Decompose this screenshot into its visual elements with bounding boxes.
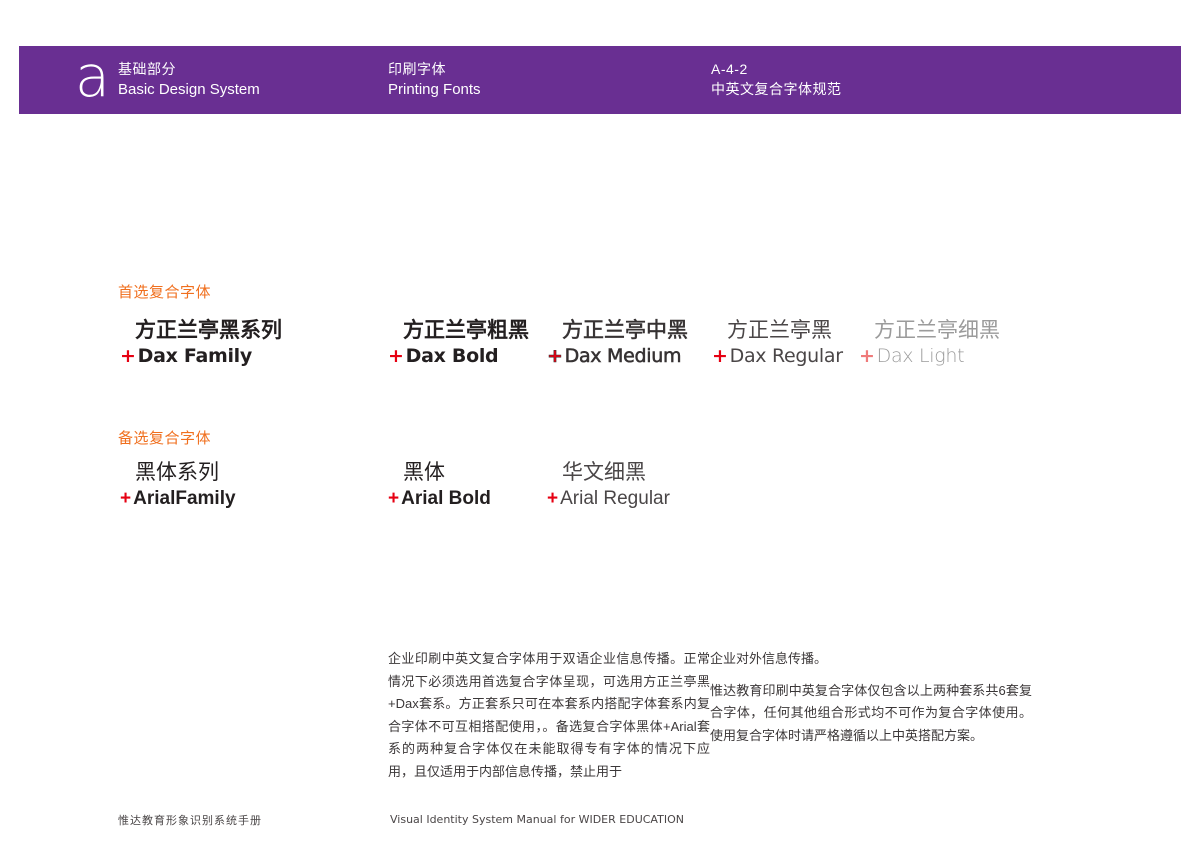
font-specimen-zh: 黑体 bbox=[388, 459, 491, 486]
header-section-title: 基础部分 Basic Design System bbox=[118, 59, 260, 100]
plus-icon: + bbox=[120, 488, 133, 509]
font-specimen-dax-bold: 方正兰亭粗黑 +Dax Bold bbox=[388, 317, 529, 369]
primary-fonts-heading: 首选复合字体 bbox=[118, 281, 211, 302]
font-specimen-zh: 方正兰亭粗黑 bbox=[388, 317, 529, 344]
font-specimen-zh: 方正兰亭黑 bbox=[712, 317, 843, 344]
font-specimen-zh: 方正兰亭中黑 bbox=[547, 317, 688, 344]
footer-manual-title-zh: 惟达教育形象识别系统手册 bbox=[118, 812, 262, 828]
font-specimen-zh: 华文细黑 bbox=[547, 459, 670, 486]
usage-paragraph-right: 企业对外信息传播。 惟达教育印刷中英复合字体仅包含以上两种套系共6套复合字体，任… bbox=[710, 648, 1032, 747]
font-specimen-arial-family: 黑体系列 +ArialFamily bbox=[120, 459, 236, 511]
header-chapter-title-en: Printing Fonts bbox=[388, 79, 481, 100]
font-specimen-en: +Arial Bold bbox=[388, 486, 491, 511]
font-specimen-en: +Dax Light bbox=[859, 344, 1000, 369]
font-specimen-en: +Dax Bold bbox=[388, 344, 529, 369]
font-specimen-en: +Arial Regular bbox=[547, 486, 670, 511]
plus-icon: + bbox=[388, 488, 401, 509]
font-specimen-zh: 黑体系列 bbox=[120, 459, 236, 486]
header-bar: a 基础部分 Basic Design System 印刷字体 Printing… bbox=[19, 46, 1181, 114]
secondary-fonts-heading: 备选复合字体 bbox=[118, 427, 211, 448]
font-specimen-arial-regular: 华文细黑 +Arial Regular bbox=[547, 459, 670, 511]
footer-manual-title-en: Visual Identity System Manual for WIDER … bbox=[390, 813, 684, 826]
font-specimen-zh: 方正兰亭黑系列 bbox=[120, 317, 282, 344]
plus-icon: + bbox=[712, 345, 730, 367]
font-specimen-zh: 方正兰亭细黑 bbox=[859, 317, 1000, 344]
font-specimen-dax-medium: 方正兰亭中黑 +Dax Medium bbox=[547, 317, 688, 369]
font-specimen-en: +Dax Family bbox=[120, 344, 282, 369]
usage-paragraph-right-text-2: 惟达教育印刷中英复合字体仅包含以上两种套系共6套复合字体，任何其他组合形式均不可… bbox=[710, 680, 1032, 748]
manual-page: a 基础部分 Basic Design System 印刷字体 Printing… bbox=[0, 0, 1200, 849]
header-chapter-title-zh: 印刷字体 bbox=[388, 59, 481, 79]
plus-icon: + bbox=[547, 488, 560, 509]
usage-paragraph-right-text-1: 企业对外信息传播。 bbox=[710, 648, 1032, 671]
font-specimen-en: +Dax Medium bbox=[547, 344, 688, 369]
header-page-code-subtitle: 中英文复合字体规范 bbox=[711, 79, 842, 99]
font-specimen-en: +Dax Regular bbox=[712, 344, 843, 369]
usage-paragraph-left-text: 企业印刷中英文复合字体用于双语企业信息传播。正常情况下必须选用首选复合字体呈现，… bbox=[388, 648, 710, 783]
header-section-title-en: Basic Design System bbox=[118, 79, 260, 100]
section-letter-logo: a bbox=[75, 43, 110, 111]
font-specimen-arial-bold: 黑体 +Arial Bold bbox=[388, 459, 491, 511]
plus-icon: + bbox=[547, 345, 565, 367]
header-section-title-zh: 基础部分 bbox=[118, 59, 260, 79]
header-page-code: A-4-2 中英文复合字体规范 bbox=[711, 59, 842, 99]
plus-icon: + bbox=[859, 345, 877, 367]
header-chapter-title: 印刷字体 Printing Fonts bbox=[388, 59, 481, 100]
font-specimen-en: +ArialFamily bbox=[120, 486, 236, 511]
usage-paragraph-left: 企业印刷中英文复合字体用于双语企业信息传播。正常情况下必须选用首选复合字体呈现，… bbox=[388, 648, 710, 783]
font-specimen-dax-family: 方正兰亭黑系列 +Dax Family bbox=[120, 317, 282, 369]
font-specimen-dax-regular: 方正兰亭黑 +Dax Regular bbox=[712, 317, 843, 369]
header-page-code-number: A-4-2 bbox=[711, 59, 842, 79]
plus-icon: + bbox=[120, 345, 138, 367]
plus-icon: + bbox=[388, 345, 406, 367]
font-specimen-dax-light: 方正兰亭细黑 +Dax Light bbox=[859, 317, 1000, 369]
